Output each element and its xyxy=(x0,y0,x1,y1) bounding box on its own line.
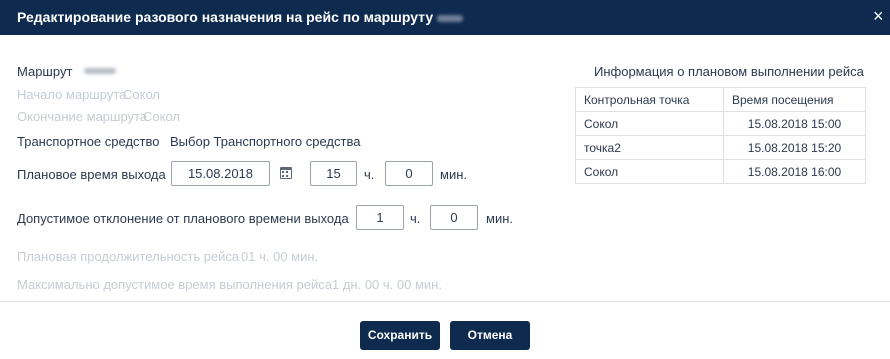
cell-time: 15.08.2018 15:20 xyxy=(723,135,866,160)
deviation-minutes-input[interactable]: 0 xyxy=(430,205,478,230)
dialog-title: Редактирование разового назначения на ре… xyxy=(17,9,434,25)
table-row: Сокол 15.08.2018 15:00 xyxy=(575,111,866,136)
duration-label: Плановая продолжительность рейса xyxy=(17,249,240,264)
cancel-button[interactable]: Отмена xyxy=(450,321,530,350)
column-header-time: Время посещения xyxy=(723,87,866,112)
deviation-label: Допустимое отклонение от планового време… xyxy=(17,211,349,226)
vehicle-label: Транспортное средство xyxy=(17,134,160,149)
deviation-hours-input[interactable]: 1 xyxy=(356,205,404,230)
deviation-minutes-unit: мин. xyxy=(486,211,513,226)
dialog-header: Редактирование разового назначения на ре… xyxy=(0,0,890,35)
cell-point: Сокол xyxy=(575,159,724,184)
hours-unit-label: ч. xyxy=(364,167,375,182)
cell-time: 15.08.2018 15:00 xyxy=(723,111,866,136)
route-label: Маршрут xyxy=(17,64,73,79)
route-end-value: Сокол xyxy=(143,109,180,124)
departure-date-input[interactable]: 15.08.2018 xyxy=(171,161,270,186)
max-duration-value: 1 дн. 00 ч. 00 мин. xyxy=(332,277,442,292)
info-title: Информация о плановом выполнении рейса xyxy=(594,64,864,79)
duration-value: 01 ч. 00 мин. xyxy=(241,249,319,264)
max-duration-label: Максимально допустимое время выполнения … xyxy=(17,277,333,292)
route-end-label: Окончание маршрута xyxy=(17,109,148,124)
cell-time: 15.08.2018 16:00 xyxy=(723,159,866,184)
close-icon[interactable]: × xyxy=(873,7,887,25)
info-table-header-row: Контрольная точка Время посещения xyxy=(575,87,866,112)
cell-point: точка2 xyxy=(575,135,724,160)
column-header-point: Контрольная точка xyxy=(575,87,724,112)
minutes-unit-label: мин. xyxy=(440,167,467,182)
departure-minutes-input[interactable]: 0 xyxy=(385,161,433,186)
departure-label: Плановое время выхода xyxy=(17,167,166,182)
route-name-redacted xyxy=(437,14,464,22)
table-row: Сокол 15.08.2018 16:00 xyxy=(575,159,866,184)
vehicle-select-link[interactable]: Выбор Транспортного средства xyxy=(170,134,360,149)
route-value-redacted xyxy=(84,68,116,74)
cell-point: Сокол xyxy=(575,111,724,136)
deviation-hours-unit: ч. xyxy=(410,211,421,226)
footer-divider xyxy=(0,301,890,302)
info-table: Контрольная точка Время посещения Сокол … xyxy=(575,87,866,184)
departure-hours-input[interactable]: 15 xyxy=(310,161,357,186)
table-row: точка2 15.08.2018 15:20 xyxy=(575,135,866,160)
calendar-icon[interactable] xyxy=(280,167,292,179)
dialog-title-wrap: Редактирование разового назначения на ре… xyxy=(17,9,464,25)
route-start-label: Начало маршрута xyxy=(17,87,127,102)
route-start-value: Сокол xyxy=(123,87,160,102)
save-button[interactable]: Сохранить xyxy=(360,321,440,350)
